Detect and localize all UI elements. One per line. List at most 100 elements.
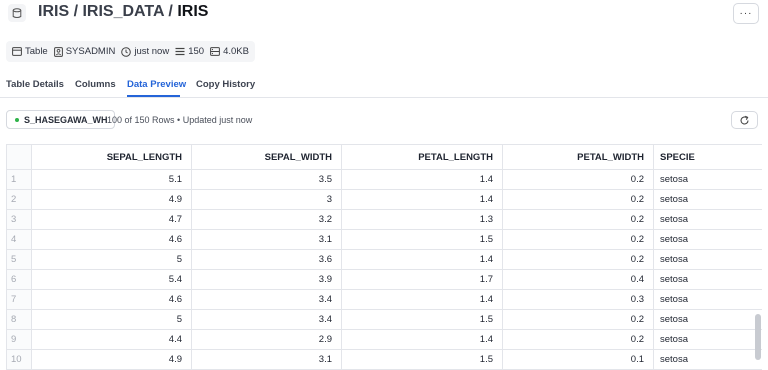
row-index: 5 <box>6 249 32 270</box>
cell-sepal-length[interactable]: 5.4 <box>31 269 192 290</box>
page-header: IRIS / IRIS_DATA / IRIS ··· <box>0 0 768 34</box>
cell-petal-width[interactable]: 0.2 <box>502 189 654 210</box>
clock-icon <box>121 46 132 57</box>
table-row[interactable]: 1 5.1 3.5 1.4 0.2 setosa <box>6 169 762 190</box>
column-header[interactable]: SPECIE <box>653 144 762 170</box>
column-header[interactable]: PETAL_WIDTH <box>502 144 654 170</box>
cell-petal-length[interactable]: 1.4 <box>341 289 503 310</box>
cell-petal-length[interactable]: 1.5 <box>341 349 503 370</box>
breadcrumb-database[interactable]: IRIS <box>38 3 69 20</box>
cell-specie[interactable]: setosa <box>653 349 762 370</box>
cell-petal-width[interactable]: 0.2 <box>502 229 654 250</box>
cell-petal-length[interactable]: 1.4 <box>341 189 503 210</box>
row-index: 6 <box>6 269 32 290</box>
cell-petal-length[interactable]: 1.4 <box>341 249 503 270</box>
cell-specie[interactable]: setosa <box>653 209 762 230</box>
cell-petal-width[interactable]: 0.2 <box>502 249 654 270</box>
row-index: 3 <box>6 209 32 230</box>
cell-specie[interactable]: setosa <box>653 189 762 210</box>
meta-owner: SYSADMIN <box>53 46 115 57</box>
refresh-button[interactable] <box>731 111 758 129</box>
row-index: 1 <box>6 169 32 190</box>
cell-specie[interactable]: setosa <box>653 169 762 190</box>
cell-specie[interactable]: setosa <box>653 269 762 290</box>
cell-petal-width[interactable]: 0.2 <box>502 169 654 190</box>
cell-sepal-width[interactable]: 3.1 <box>191 349 342 370</box>
table-row[interactable]: 3 4.7 3.2 1.3 0.2 setosa <box>6 209 762 230</box>
breadcrumb-separator: / <box>73 3 79 20</box>
table-row[interactable]: 10 4.9 3.1 1.5 0.1 setosa <box>6 349 762 370</box>
database-icon <box>8 4 26 22</box>
cell-sepal-length[interactable]: 4.7 <box>31 209 192 230</box>
table-body: 1 5.1 3.5 1.4 0.2 setosa 2 4.9 3 1.4 0.2 setosa 3 4.7… <box>6 169 762 370</box>
table-row[interactable]: 4 4.6 3.1 1.5 0.2 setosa <box>6 229 762 250</box>
cell-sepal-length[interactable]: 4.9 <box>31 189 192 210</box>
cell-specie[interactable]: setosa <box>653 309 762 330</box>
column-header[interactable]: SEPAL_WIDTH <box>191 144 342 170</box>
breadcrumb-schema[interactable]: IRIS_DATA <box>82 3 163 20</box>
cell-sepal-width[interactable]: 3.1 <box>191 229 342 250</box>
cell-sepal-length[interactable]: 4.9 <box>31 349 192 370</box>
row-index: 10 <box>6 349 32 370</box>
row-index: 2 <box>6 189 32 210</box>
column-header[interactable]: SEPAL_LENGTH <box>31 144 192 170</box>
row-index: 8 <box>6 309 32 330</box>
warehouse-name: S_HASEGAWA_WH <box>24 114 108 125</box>
cell-petal-length[interactable]: 1.3 <box>341 209 503 230</box>
more-options-button[interactable]: ··· <box>733 3 759 24</box>
cell-sepal-length[interactable]: 4.6 <box>31 229 192 250</box>
meta-type: Table <box>12 46 48 57</box>
cell-sepal-width[interactable]: 3.6 <box>191 249 342 270</box>
cell-sepal-width[interactable]: 3 <box>191 189 342 210</box>
table-row[interactable]: 2 4.9 3 1.4 0.2 setosa <box>6 189 762 210</box>
cell-petal-length[interactable]: 1.4 <box>341 329 503 350</box>
row-index: 4 <box>6 229 32 250</box>
cell-petal-length[interactable]: 1.5 <box>341 309 503 330</box>
cell-specie[interactable]: setosa <box>653 249 762 270</box>
cell-sepal-width[interactable]: 3.4 <box>191 289 342 310</box>
table-row[interactable]: 5 5 3.6 1.4 0.2 setosa <box>6 249 762 270</box>
cell-sepal-length[interactable]: 5 <box>31 249 192 270</box>
cell-sepal-length[interactable]: 5.1 <box>31 169 192 190</box>
tab-table-details[interactable]: Table Details <box>6 79 64 90</box>
cell-petal-length[interactable]: 1.4 <box>341 169 503 190</box>
table-row[interactable]: 7 4.6 3.4 1.4 0.3 setosa <box>6 289 762 310</box>
cell-sepal-width[interactable]: 3.9 <box>191 269 342 290</box>
meta-size: 4.0KB <box>210 46 249 57</box>
cell-petal-length[interactable]: 1.5 <box>341 229 503 250</box>
cell-petal-width[interactable]: 0.2 <box>502 309 654 330</box>
data-table: SEPAL_LENGTH SEPAL_WIDTH PETAL_LENGTH PE… <box>6 144 762 370</box>
cell-sepal-length[interactable]: 4.6 <box>31 289 192 310</box>
row-index: 9 <box>6 329 32 350</box>
cell-specie[interactable]: setosa <box>653 329 762 350</box>
cell-petal-width[interactable]: 0.4 <box>502 269 654 290</box>
warehouse-selector[interactable]: S_HASEGAWA_WH <box>6 110 115 129</box>
breadcrumb-table: IRIS <box>177 3 209 20</box>
cell-petal-length[interactable]: 1.7 <box>341 269 503 290</box>
cell-petal-width[interactable]: 0.1 <box>502 349 654 370</box>
rows-info: 100 of 150 Rows • Updated just now <box>107 115 253 125</box>
cell-sepal-length[interactable]: 5 <box>31 309 192 330</box>
cell-petal-width[interactable]: 0.2 <box>502 329 654 350</box>
vertical-scrollbar[interactable] <box>755 314 761 360</box>
cell-petal-width[interactable]: 0.2 <box>502 209 654 230</box>
cell-specie[interactable]: setosa <box>653 289 762 310</box>
active-tab-indicator <box>127 95 180 97</box>
column-header[interactable]: PETAL_LENGTH <box>341 144 503 170</box>
data-preview-grid: SEPAL_LENGTH SEPAL_WIDTH PETAL_LENGTH PE… <box>6 144 762 370</box>
cell-petal-width[interactable]: 0.3 <box>502 289 654 310</box>
warehouse-status-dot <box>15 117 19 122</box>
table-row[interactable]: 9 4.4 2.9 1.4 0.2 setosa <box>6 329 762 350</box>
cell-sepal-width[interactable]: 3.5 <box>191 169 342 190</box>
cell-sepal-width[interactable]: 3.4 <box>191 309 342 330</box>
tab-columns[interactable]: Columns <box>75 79 116 90</box>
tab-copy-history[interactable]: Copy History <box>196 79 255 90</box>
cell-sepal-length[interactable]: 4.4 <box>31 329 192 350</box>
cell-sepal-width[interactable]: 2.9 <box>191 329 342 350</box>
cell-specie[interactable]: setosa <box>653 229 762 250</box>
cell-sepal-width[interactable]: 3.2 <box>191 209 342 230</box>
meta-updated: just now <box>121 46 169 57</box>
table-row[interactable]: 6 5.4 3.9 1.7 0.4 setosa <box>6 269 762 290</box>
tab-data-preview[interactable]: Data Preview <box>127 79 186 90</box>
table-row[interactable]: 8 5 3.4 1.5 0.2 setosa <box>6 309 762 330</box>
